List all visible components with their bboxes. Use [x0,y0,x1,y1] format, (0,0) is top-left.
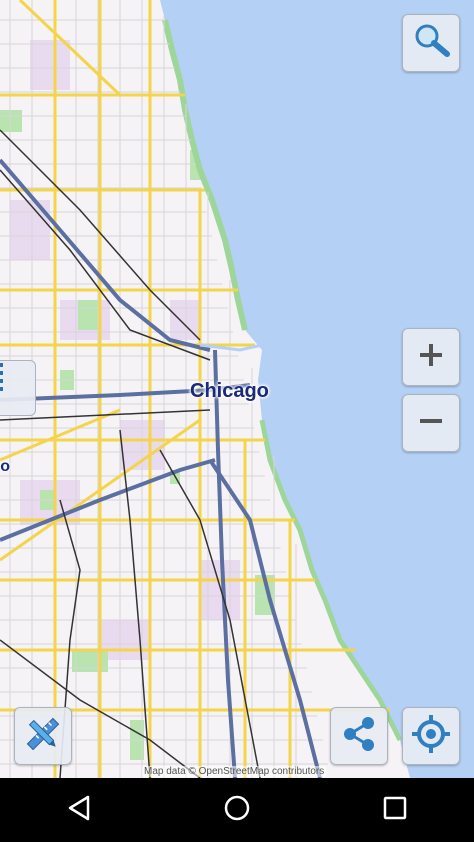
partial-city-label: ro [0,458,10,475]
search-button[interactable] [402,14,460,72]
home-circle-icon [223,794,251,827]
city-label: Chicago [190,380,269,402]
locate-button[interactable] [402,707,460,765]
layers-button[interactable] [0,360,36,416]
crosshair-icon [410,713,452,760]
recents-square-icon [383,796,407,825]
zoom-in-button[interactable] [402,328,460,386]
map-attribution[interactable]: Map data © OpenStreetMap contributors [142,766,327,777]
zoom-out-button[interactable] [402,394,460,452]
magnifier-icon [411,21,451,66]
share-button[interactable] [330,707,388,765]
back-button[interactable] [49,780,109,840]
ruler-pencil-icon [23,714,63,759]
home-button[interactable] [207,780,267,840]
tools-button[interactable] [14,707,72,765]
share-icon [339,714,379,759]
map-view[interactable]: Chicago ro Map data © OpenStreetMap cont… [0,0,474,778]
plus-icon [418,342,444,373]
minus-icon [418,408,444,439]
system-navigation-bar [0,778,474,842]
back-triangle-icon [67,795,91,826]
recents-button[interactable] [365,780,425,840]
